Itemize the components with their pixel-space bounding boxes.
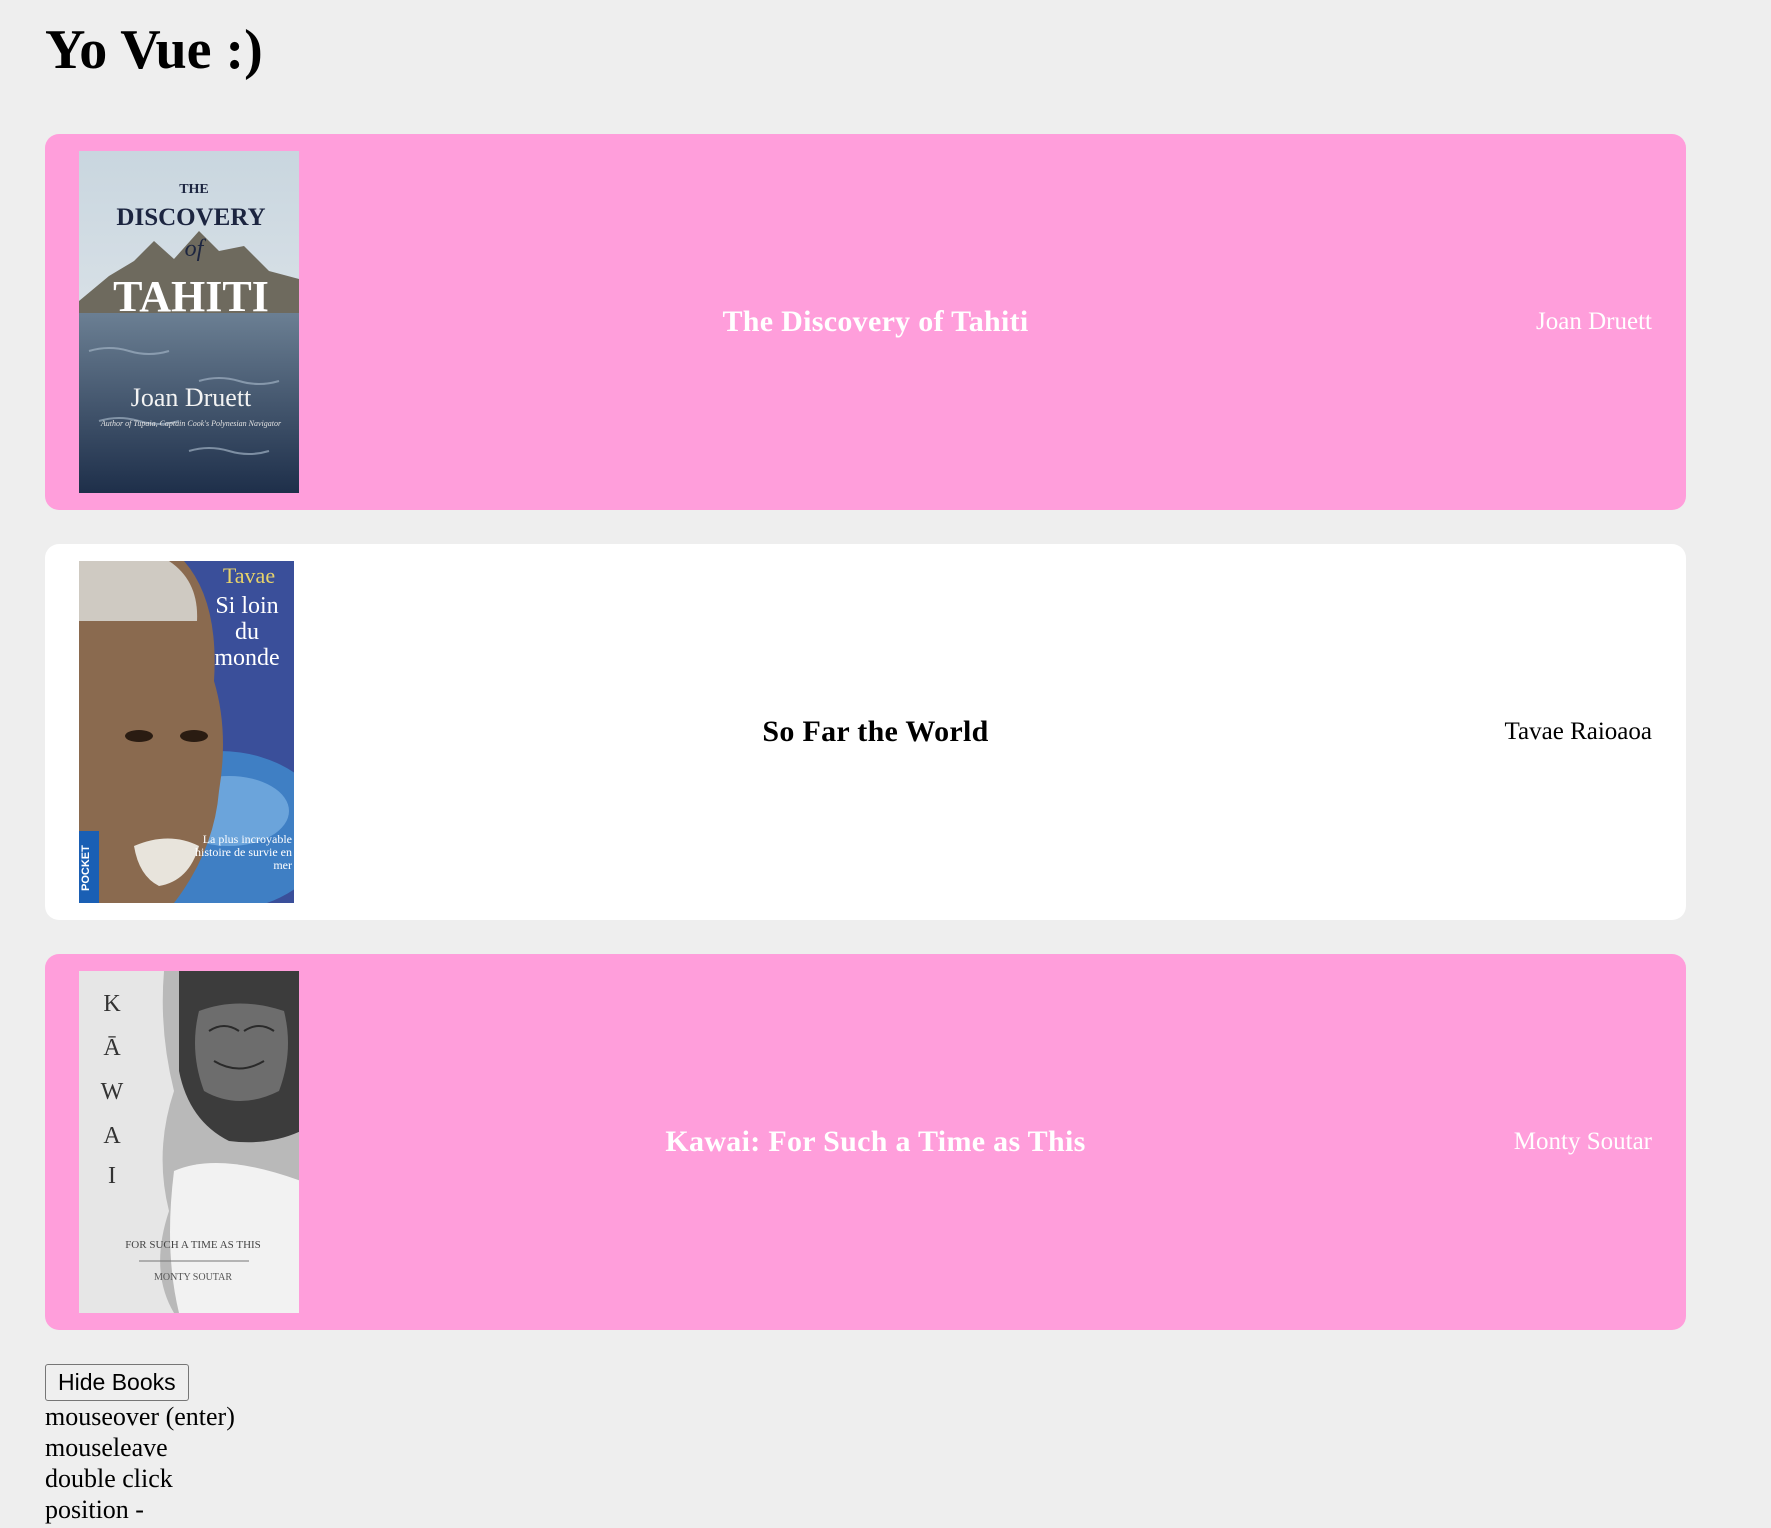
app-root: Yo Vue :) THE DISCOVERY of TAHITI Joan D… — [0, 0, 1771, 1525]
book-list: THE DISCOVERY of TAHITI Joan Druett Auth… — [45, 134, 1726, 1330]
position-readout: position - — [45, 1495, 144, 1524]
svg-text:TAHITI: TAHITI — [113, 272, 269, 321]
svg-text:K: K — [103, 991, 121, 1017]
svg-text:POCKET: POCKET — [80, 845, 92, 891]
svg-text:Joan Druett: Joan Druett — [131, 383, 252, 412]
book-cover-image: K Ā W A I FOR SUCH A TIME AS THIS MONTY … — [79, 971, 299, 1313]
book-title: The Discovery of Tahiti — [722, 305, 1029, 338]
svg-text:DISCOVERY: DISCOVERY — [116, 204, 265, 231]
event-log: mouseover (enter) mouseleave double clic… — [45, 1401, 1726, 1525]
book-title: So Far the World — [762, 715, 989, 748]
book-cover-image: THE DISCOVERY of TAHITI Joan Druett Auth… — [79, 151, 299, 493]
book-card[interactable]: THE DISCOVERY of TAHITI Joan Druett Auth… — [45, 134, 1686, 510]
svg-text:Si loin: Si loin — [215, 593, 278, 619]
book-author: Joan Druett — [1536, 308, 1652, 335]
svg-text:monde: monde — [214, 645, 279, 671]
cover-text: THE — [179, 182, 209, 197]
svg-text:Author of Tupaia, Captain Cook: Author of Tupaia, Captain Cook's Polynes… — [100, 419, 282, 428]
page-title: Yo Vue :) — [45, 19, 263, 81]
book-title: Kawai: For Such a Time as This — [665, 1125, 1086, 1158]
book-card[interactable]: POCKET Tavae Si loin du monde La plus in… — [45, 544, 1686, 920]
book-card[interactable]: K Ā W A I FOR SUCH A TIME AS THIS MONTY … — [45, 954, 1686, 1330]
svg-text:Ā: Ā — [103, 1035, 121, 1061]
svg-text:A: A — [103, 1123, 121, 1149]
mouseleave-label: mouseleave — [45, 1433, 168, 1462]
svg-text:du: du — [235, 619, 259, 645]
svg-text:I: I — [108, 1163, 116, 1189]
dblclick-label: double click — [45, 1464, 173, 1493]
svg-text:MONTY SOUTAR: MONTY SOUTAR — [154, 1272, 232, 1283]
book-author: Monty Soutar — [1513, 1128, 1652, 1155]
svg-text:Tavae: Tavae — [223, 563, 275, 588]
mouseover-label: mouseover (enter) — [45, 1402, 235, 1431]
svg-text:FOR SUCH A TIME AS THIS: FOR SUCH A TIME AS THIS — [125, 1239, 261, 1251]
toggle-books-button[interactable]: Hide Books — [45, 1364, 189, 1401]
book-author: Tavae Raioaoa — [1504, 718, 1652, 745]
book-cover-image: POCKET Tavae Si loin du monde La plus in… — [79, 561, 299, 903]
svg-text:W: W — [101, 1079, 124, 1105]
